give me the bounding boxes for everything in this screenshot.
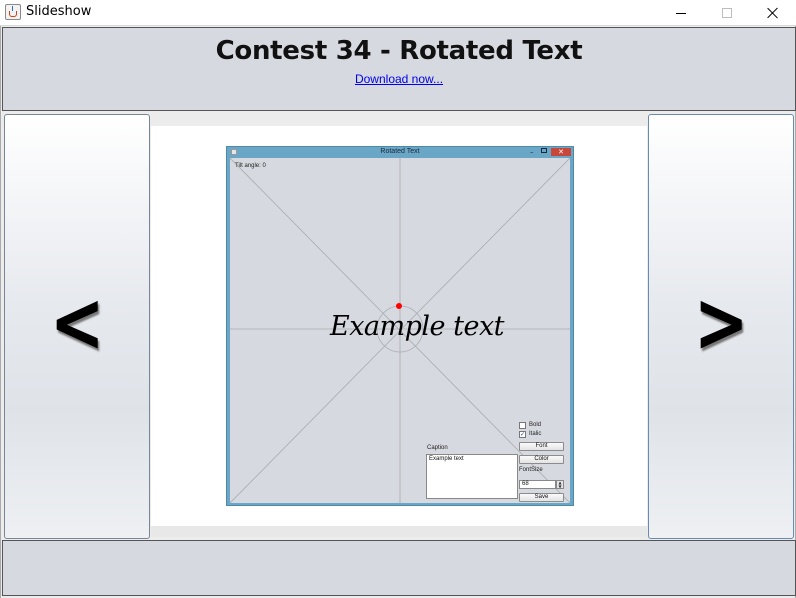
fontsize-field: 68: [519, 480, 556, 489]
inner-minimize-icon: –: [530, 148, 534, 156]
window-title: Slideshow: [26, 4, 92, 19]
bold-label: Bold: [529, 422, 542, 428]
minimize-icon: [676, 12, 686, 14]
window-titlebar: Slideshow: [0, 0, 796, 26]
caption-textarea: Example text: [426, 454, 518, 499]
italic-checkbox: ✓: [519, 431, 526, 438]
rotated-text-canvas: Tilt angle: 0 Example text Bold ✓ Italic…: [230, 158, 570, 503]
footer-panel: [2, 540, 796, 596]
download-link[interactable]: Download now...: [3, 72, 795, 86]
save-button: Save: [519, 493, 564, 502]
maximize-button[interactable]: [704, 0, 750, 26]
inner-close-icon: ✕: [551, 148, 571, 156]
previous-arrow-label: <: [49, 272, 105, 371]
maximize-icon: [722, 8, 732, 18]
rotated-text-window-screenshot: Rotated Text – ✕ Tilt angle: 0 Example t…: [226, 146, 574, 506]
slide-image: Rotated Text – ✕ Tilt angle: 0 Example t…: [151, 126, 647, 526]
slide-title: Contest 34 - Rotated Text: [215, 36, 583, 66]
fontsize-spinner-icon: ▲ ▼: [556, 480, 564, 489]
italic-label: Italic: [529, 431, 542, 437]
caption-label: Caption: [427, 445, 448, 451]
font-button: Font: [519, 442, 564, 451]
inner-window-title: Rotated Text: [380, 148, 420, 155]
slideshow-frame: Contest 34 - Rotated Text Download now..…: [0, 26, 796, 598]
inner-maximize-icon: [541, 148, 547, 153]
tilt-angle-label: Tilt angle: 0: [235, 163, 266, 169]
slide-bottom-strip: [151, 526, 647, 537]
bold-checkbox: [519, 422, 526, 429]
next-slide-button[interactable]: >: [648, 114, 794, 539]
java-app-icon: [5, 4, 21, 20]
next-arrow-label: >: [693, 272, 749, 371]
fontsize-label: FontSize: [519, 467, 543, 473]
minimize-button[interactable]: [658, 0, 704, 26]
close-button[interactable]: [750, 0, 796, 26]
color-button: Color: [519, 455, 564, 464]
rotation-handle-dot: [396, 303, 402, 309]
rotated-sample-text: Example text: [330, 311, 505, 342]
previous-slide-button[interactable]: <: [4, 114, 150, 539]
close-icon: [767, 7, 779, 19]
inner-titlebar: Rotated Text – ✕: [227, 147, 573, 158]
header-panel: Contest 34 - Rotated Text Download now..…: [2, 27, 796, 111]
caption-text: Example text: [429, 456, 464, 462]
